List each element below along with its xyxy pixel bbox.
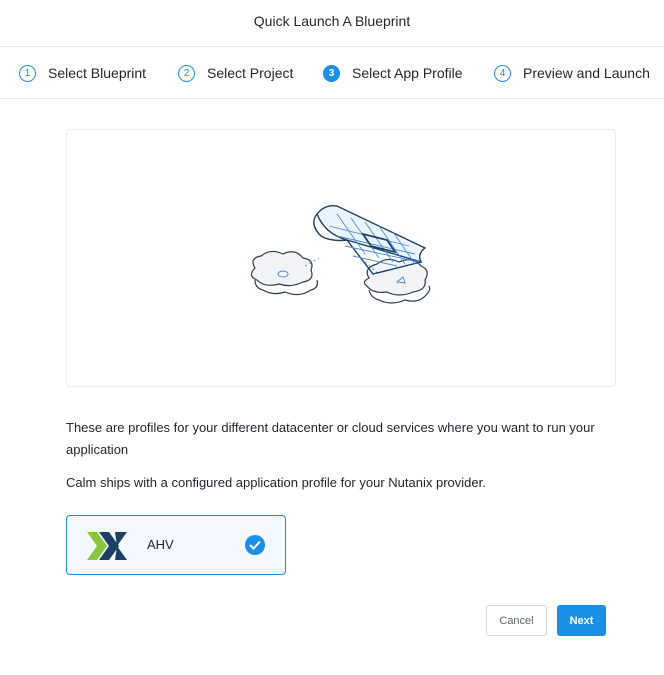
dialog-title: Quick Launch A Blueprint [253,13,411,29]
nutanix-logo-icon [87,532,131,565]
profile-name: AHV [147,537,174,552]
step-number-2: 2 [178,64,195,82]
step-number-3: 3 [323,64,340,82]
step-select-blueprint[interactable]: 1 Select Blueprint [19,62,146,84]
profile-note: Calm ships with a configured application… [66,475,486,490]
step-select-app-profile[interactable]: 3 Select App Profile [323,62,463,84]
step-label: Select Project [207,65,294,81]
dialog-header: Quick Launch A Blueprint [0,0,664,47]
blueprint-clouds-illustration [250,204,431,304]
step-label: Select App Profile [352,65,463,81]
wizard-steps: 1 Select Blueprint 2 Select Project 3 Se… [0,47,664,99]
cancel-button[interactable]: Cancel [486,605,547,636]
checkmark-icon [245,535,265,555]
next-button[interactable]: Next [557,605,606,636]
profile-description: These are profiles for your different da… [66,420,595,457]
step-preview-and-launch[interactable]: 4 Preview and Launch [494,62,650,84]
profile-card-ahv[interactable]: AHV [66,515,286,575]
step-label: Preview and Launch [523,65,650,81]
step-select-project[interactable]: 2 Select Project [178,62,293,84]
step-label: Select Blueprint [48,65,147,81]
step-number-4: 4 [494,64,511,82]
profile-illustration-panel [66,129,616,387]
step-number-1: 1 [19,64,36,82]
